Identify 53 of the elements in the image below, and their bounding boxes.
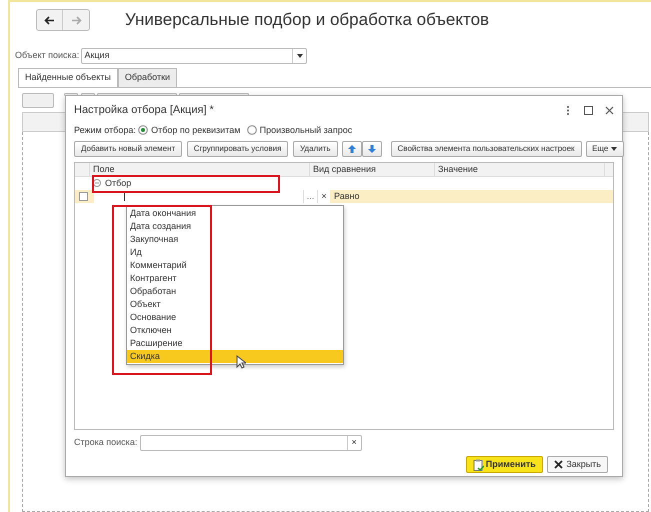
- tab[interactable]: Обработки: [118, 68, 178, 86]
- more-button[interactable]: Еще: [586, 141, 624, 157]
- window-title: Универсальные подбор и обработка объектов: [125, 9, 490, 32]
- move-up-button[interactable]: [342, 141, 362, 157]
- dropdown-item[interactable]: Комментарий: [127, 259, 343, 272]
- close-icon: [554, 460, 564, 469]
- radio-label[interactable]: Отбор по реквизитам: [151, 124, 240, 137]
- radio-label[interactable]: Произвольный запрос: [260, 124, 352, 137]
- tab[interactable]: Найденные объекты: [18, 68, 118, 86]
- dropdown-item[interactable]: Расширение: [127, 337, 343, 350]
- dropdown-item[interactable]: Основание: [127, 311, 343, 324]
- caret-icon[interactable]: [296, 54, 303, 58]
- arrow-down-icon: [367, 144, 377, 154]
- toolbar-button[interactable]: Добавить новый элемент: [74, 141, 182, 157]
- choose-button[interactable]: ...: [304, 190, 318, 204]
- apply-button[interactable]: Применить: [466, 456, 543, 473]
- toolbar-button[interactable]: Удалить: [292, 141, 338, 157]
- dropdown-item[interactable]: Отключен: [127, 324, 343, 337]
- dialog-title: Настройка отбора [Акция] *: [74, 103, 215, 118]
- toolbar-button[interactable]: Сгруппировать условия: [186, 141, 288, 157]
- dropdown-item[interactable]: Контрагент: [127, 272, 343, 285]
- dropdown-item[interactable]: Объект: [127, 298, 343, 311]
- clear-button[interactable]: ×: [318, 190, 330, 204]
- field-label: Режим отбора:: [74, 124, 136, 137]
- field-label: Объект поиска:: [15, 49, 80, 62]
- arrow-up-icon: [347, 144, 357, 154]
- close-icon[interactable]: [605, 106, 614, 115]
- more-icon[interactable]: [566, 104, 570, 116]
- column-header: Значение: [435, 163, 605, 176]
- dropdown-item[interactable]: Дата окончания: [127, 207, 343, 220]
- dropdown-item[interactable]: Скидка: [127, 350, 343, 363]
- field-label: Строка поиска:: [74, 436, 138, 450]
- radio-button[interactable]: [246, 125, 257, 136]
- checkbox[interactable]: [79, 192, 88, 201]
- maximize-icon[interactable]: [584, 106, 593, 115]
- arrow-left-icon: [44, 16, 55, 24]
- dropdown-item[interactable]: Дата создания: [127, 220, 343, 233]
- column-header: Вид сравнения: [310, 163, 435, 176]
- dropdown-item[interactable]: Закупочная: [127, 233, 343, 246]
- close-button[interactable]: Закрыть: [547, 456, 608, 473]
- arrow-right-icon: [70, 16, 82, 24]
- comparison-cell-text: Равно: [334, 190, 360, 203]
- move-down-button[interactable]: [362, 141, 382, 157]
- radio-button[interactable]: [138, 125, 148, 136]
- dropdown-item[interactable]: Ид: [127, 246, 343, 259]
- dropdown-item[interactable]: Обработан: [127, 285, 343, 298]
- group-label: Отбор: [105, 176, 132, 190]
- search-field[interactable]: ×: [140, 435, 362, 451]
- toolbar-button[interactable]: Свойства элемента пользовательских настроек: [390, 141, 582, 157]
- clipboard-icon: [472, 458, 484, 470]
- caret-icon: [611, 146, 618, 152]
- column-header: Поле: [90, 163, 310, 176]
- search-object-field[interactable]: Акция: [81, 48, 308, 64]
